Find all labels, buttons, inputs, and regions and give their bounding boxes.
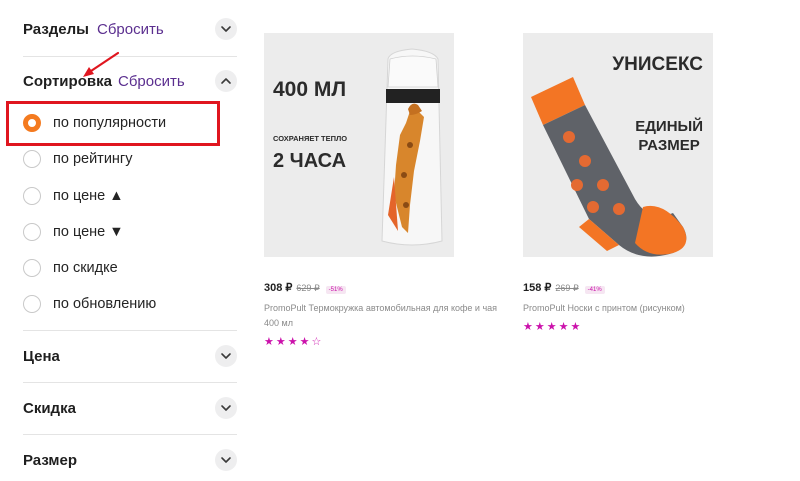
discount-badge: -51% xyxy=(325,286,346,294)
filter-price[interactable]: Цена xyxy=(23,331,237,383)
product-image[interactable]: УНИСЕКС ЕДИНЫЙ РАЗМЕР xyxy=(523,33,713,257)
filter-discount[interactable]: Скидка xyxy=(23,383,237,435)
product-old-price: 269 ₽ xyxy=(555,283,579,293)
radio-icon[interactable] xyxy=(23,259,41,277)
star-filled-icon: ★ xyxy=(523,321,535,333)
star-filled-icon: ★ xyxy=(287,336,300,348)
star-filled-icon: ★ xyxy=(275,336,288,348)
filter-size[interactable]: Размер xyxy=(23,435,237,481)
rating-stars: ★★★★★ xyxy=(523,320,713,333)
star-filled-icon: ★ xyxy=(546,321,559,333)
price-row: 158 ₽ 269 ₽ -41% xyxy=(523,281,713,294)
sort-option-discount[interactable]: по скидке xyxy=(23,256,118,280)
sort-option-label: по скидке xyxy=(53,260,118,276)
chevron-down-icon[interactable] xyxy=(215,18,237,40)
chevron-down-icon[interactable] xyxy=(215,397,237,419)
filter-sections-reset[interactable]: Сбросить xyxy=(97,21,164,38)
product-card[interactable]: 400 МЛ СОХРАНЯЕТ ТЕПЛО 2 ЧАСА 308 ₽ 629 … xyxy=(264,33,497,348)
sort-option-label: по рейтингу xyxy=(53,151,133,167)
image-caption: УНИСЕКС xyxy=(612,54,703,75)
filter-sort-reset[interactable]: Сбросить xyxy=(118,73,185,90)
sort-option-price-desc[interactable]: по цене ▼ xyxy=(23,220,124,244)
product-card[interactable]: УНИСЕКС ЕДИНЫЙ РАЗМЕР 158 ₽ 269 ₽ -41% P… xyxy=(523,33,713,333)
chevron-down-icon[interactable] xyxy=(215,345,237,367)
star-filled-icon: ★ xyxy=(534,321,547,333)
star-filled-icon: ★ xyxy=(558,321,571,333)
sort-option-rating[interactable]: по рейтингу xyxy=(23,147,132,171)
product-price: 308 ₽ xyxy=(264,282,293,294)
radio-icon[interactable] xyxy=(23,150,41,168)
product-name[interactable]: PromoPult Термокружка автомобильная для … xyxy=(264,301,504,331)
rating-stars: ★★★★☆ xyxy=(264,335,454,348)
product-old-price: 629 ₽ xyxy=(296,283,320,293)
sort-option-label: по цене ▲ xyxy=(53,188,124,204)
filter-size-title: Размер xyxy=(23,452,78,469)
annotation-arrow-icon xyxy=(83,51,120,77)
price-row: 308 ₽ 629 ₽ -51% xyxy=(264,281,454,294)
sort-option-label: по цене ▼ xyxy=(53,224,124,240)
sort-option-updated[interactable]: по обновлению xyxy=(23,292,156,316)
filter-sections: Разделы Сбросить xyxy=(23,0,237,57)
radio-icon[interactable] xyxy=(23,223,41,241)
product-price: 158 ₽ xyxy=(523,282,552,294)
annotation-highlight-box xyxy=(6,101,220,146)
star-filled-icon: ★ xyxy=(264,336,276,348)
product-name[interactable]: PromoPult Носки с принтом (рисунком) xyxy=(523,301,763,316)
star-filled-icon: ★ xyxy=(299,336,312,348)
radio-icon[interactable] xyxy=(23,295,41,313)
filter-price-title: Цена xyxy=(23,348,60,365)
radio-icon[interactable] xyxy=(23,187,41,205)
chevron-down-icon[interactable] xyxy=(215,449,237,471)
filter-sort: Сортировка Сбросить по популярности по р… xyxy=(23,57,237,331)
sort-option-label: по обновлению xyxy=(53,296,157,312)
star-filled-icon: ★ xyxy=(570,321,583,333)
filter-sidebar: Разделы Сбросить Сортировка Сбросить по … xyxy=(23,0,237,471)
image-caption: 2 ЧАСА xyxy=(273,150,347,172)
filter-sections-title: Разделы xyxy=(23,21,89,38)
product-image[interactable]: 400 МЛ СОХРАНЯЕТ ТЕПЛО 2 ЧАСА xyxy=(264,33,454,257)
thermo-mug-picture xyxy=(381,48,443,246)
sock-picture xyxy=(531,77,687,257)
discount-badge: -41% xyxy=(584,286,605,294)
image-caption: СОХРАНЯЕТ ТЕПЛО xyxy=(273,134,348,143)
filter-discount-title: Скидка xyxy=(23,400,76,417)
star-empty-icon: ☆ xyxy=(311,336,324,348)
sort-option-price-asc[interactable]: по цене ▲ xyxy=(23,184,124,208)
chevron-up-icon[interactable] xyxy=(215,70,237,92)
image-caption: 400 МЛ xyxy=(273,78,347,101)
